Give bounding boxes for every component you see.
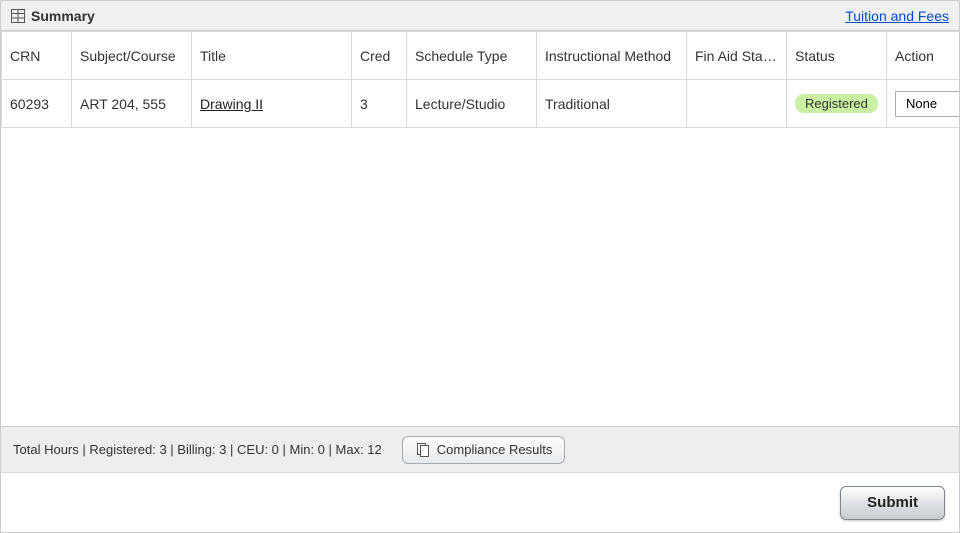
totals-bar: Total Hours | Registered: 3 | Billing: 3…	[1, 426, 959, 472]
col-title[interactable]: Title	[192, 32, 352, 80]
status-badge: Registered	[795, 94, 878, 113]
submit-bar: Submit	[1, 472, 959, 532]
tuition-and-fees-link[interactable]: Tuition and Fees	[845, 8, 949, 24]
summary-title: Summary	[31, 8, 95, 24]
action-select[interactable]: None	[895, 91, 959, 117]
compliance-results-label: Compliance Results	[437, 442, 553, 457]
summary-table: CRN Subject/Course Title Cred Schedule T…	[1, 31, 959, 128]
col-fin-aid-status[interactable]: Fin Aid Status	[687, 32, 787, 80]
cell-subject-course: ART 204, 555	[72, 80, 192, 128]
col-schedule-type[interactable]: Schedule Type	[407, 32, 537, 80]
summary-header: Summary Tuition and Fees	[1, 1, 959, 31]
cell-fin-aid-status	[687, 80, 787, 128]
compliance-results-button[interactable]: Compliance Results	[402, 436, 566, 464]
cell-action: None	[887, 80, 960, 128]
course-title-link[interactable]: Drawing II	[200, 96, 263, 112]
col-status[interactable]: Status	[787, 32, 887, 80]
summary-table-wrap: CRN Subject/Course Title Cred Schedule T…	[1, 31, 959, 426]
table-row: 60293 ART 204, 555 Drawing II 3 Lecture/…	[2, 80, 960, 128]
cell-cred: 3	[352, 80, 407, 128]
col-instructional-method[interactable]: Instructional Method	[537, 32, 687, 80]
summary-grid-icon	[11, 9, 25, 23]
col-action[interactable]: Action	[887, 32, 960, 80]
cell-status: Registered	[787, 80, 887, 128]
col-subject-course[interactable]: Subject/Course	[72, 32, 192, 80]
cell-crn: 60293	[2, 80, 72, 128]
totals-text: Total Hours | Registered: 3 | Billing: 3…	[13, 442, 382, 457]
cell-title: Drawing II	[192, 80, 352, 128]
col-crn[interactable]: CRN	[2, 32, 72, 80]
summary-title-wrap: Summary	[11, 8, 95, 24]
compliance-doc-icon	[415, 442, 431, 458]
cell-instructional-method: Traditional	[537, 80, 687, 128]
col-cred[interactable]: Cred	[352, 32, 407, 80]
table-header-row: CRN Subject/Course Title Cred Schedule T…	[2, 32, 960, 80]
cell-schedule-type: Lecture/Studio	[407, 80, 537, 128]
submit-button[interactable]: Submit	[840, 486, 945, 520]
table-empty-area	[1, 128, 959, 426]
